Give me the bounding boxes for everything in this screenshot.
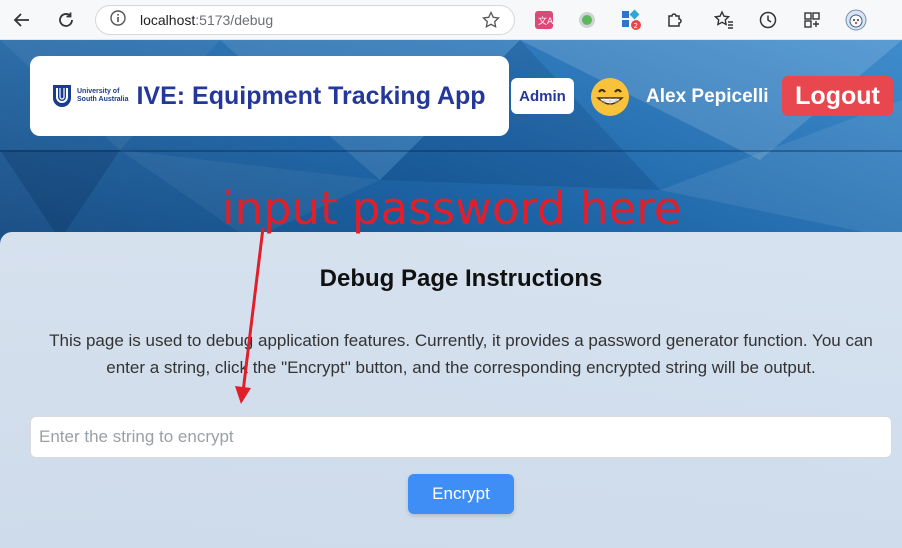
logo-text-line1: University of (77, 88, 120, 95)
annotation-text: input password here (222, 182, 682, 235)
header-divider (0, 150, 902, 152)
page-description: This page is used to debug application f… (49, 331, 873, 377)
address-bar[interactable]: localhost:5173/debug (95, 5, 515, 35)
encrypt-button[interactable]: Encrypt (408, 474, 514, 514)
translate-extension-icon[interactable]: 文A (533, 9, 555, 31)
site-info-icon[interactable] (110, 9, 126, 31)
collections-icon[interactable] (801, 9, 823, 31)
unisa-shield-icon (53, 85, 71, 107)
apps-extension-icon[interactable]: 2 (620, 9, 642, 31)
logo-text-line2: South Australia (77, 96, 129, 103)
brand-card: University of South Australia IVE: Equip… (30, 56, 509, 136)
extensions-puzzle-icon[interactable] (664, 9, 686, 31)
url-text: localhost:5173/debug (140, 12, 274, 28)
extension-badge-count: 2 (634, 22, 638, 30)
encrypt-string-input[interactable] (30, 416, 892, 458)
status-extension-icon[interactable] (576, 9, 598, 31)
user-grin-emoji-icon[interactable] (590, 77, 630, 117)
favorites-icon[interactable] (713, 9, 735, 31)
reload-icon[interactable] (52, 6, 80, 34)
admin-role-badge[interactable]: Admin (511, 78, 574, 114)
logout-button[interactable]: Logout (782, 76, 893, 116)
university-logo: University of South Australia (52, 84, 128, 108)
browser-toolbar: localhost:5173/debug 文A 2 (0, 0, 902, 40)
app-title[interactable]: IVE: Equipment Tracking App (136, 82, 485, 111)
favorite-star-icon[interactable] (482, 10, 500, 34)
svg-text:文A: 文A (538, 15, 554, 27)
back-icon[interactable] (8, 6, 36, 34)
profile-avatar-icon[interactable] (845, 9, 867, 31)
page-title: Debug Page Instructions (319, 265, 603, 292)
history-icon[interactable] (757, 9, 779, 31)
user-name: Alex Pepicelli (646, 86, 769, 107)
